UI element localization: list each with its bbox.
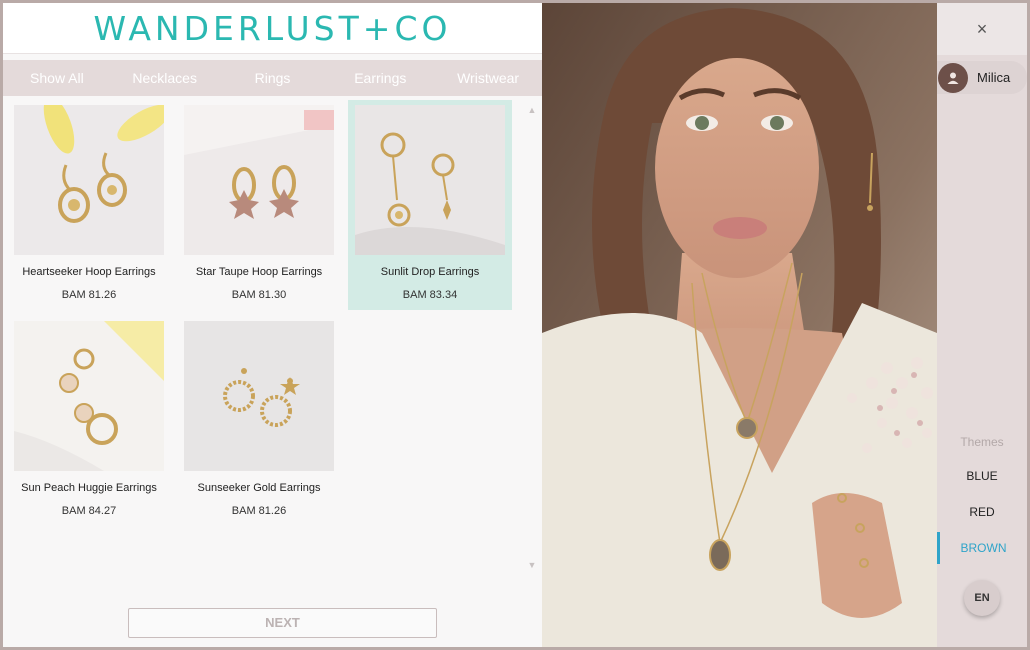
product-name: Sun Peach Huggie Earrings [21, 482, 157, 494]
product-name: Heartseeker Hoop Earrings [22, 266, 156, 278]
product-image [184, 105, 334, 255]
product-grid: Heartseeker Hoop Earrings BAM 81.26 Star… [3, 100, 542, 600]
nav-earrings[interactable]: Earrings [326, 60, 434, 96]
catalog-panel: WANDERLUST+CO Show All Necklaces Rings E… [3, 3, 542, 647]
scroll-up-icon[interactable]: ▲ [525, 103, 539, 117]
nav-show-all[interactable]: Show All [3, 60, 111, 96]
product-card[interactable]: Sun Peach Huggie Earrings BAM 84.27 [7, 316, 171, 526]
next-button[interactable]: NEXT [128, 608, 437, 638]
product-price: BAM 84.27 [61, 505, 117, 517]
theme-brown[interactable]: BROWN [937, 532, 1027, 564]
user-icon [947, 72, 959, 84]
product-card-selected[interactable]: Sunlit Drop Earrings BAM 83.34 [348, 100, 512, 310]
product-name: Sunlit Drop Earrings [380, 266, 480, 278]
product-price: BAM 81.30 [231, 289, 287, 301]
app-window: WANDERLUST+CO Show All Necklaces Rings E… [3, 3, 1027, 647]
category-nav: Show All Necklaces Rings Earrings Wristw… [3, 60, 542, 96]
scroll-down-icon[interactable]: ▼ [525, 558, 539, 572]
product-name: Sunseeker Gold Earrings [197, 482, 321, 494]
theme-blue[interactable]: BLUE [937, 460, 1027, 492]
nav-wristwear[interactable]: Wristwear [434, 60, 542, 96]
product-image [14, 321, 164, 471]
product-price: BAM 83.34 [402, 289, 458, 301]
product-name: Star Taupe Hoop Earrings [195, 266, 323, 278]
side-panel: × Milica Themes BLUE RED BROWN EN [937, 3, 1027, 647]
user-name: Milica [977, 70, 1011, 85]
avatar [938, 62, 968, 93]
product-price: BAM 81.26 [231, 505, 287, 517]
product-image [355, 105, 505, 255]
product-card[interactable]: Star Taupe Hoop Earrings BAM 81.30 [177, 100, 341, 310]
product-card[interactable]: Heartseeker Hoop Earrings BAM 81.26 [7, 100, 171, 310]
close-icon[interactable]: × [937, 3, 1027, 55]
language-button[interactable]: EN [964, 580, 1000, 616]
nav-necklaces[interactable]: Necklaces [111, 60, 219, 96]
product-card[interactable]: Sunseeker Gold Earrings BAM 81.26 [177, 316, 341, 526]
brand-logo: WANDERLUST+CO [93, 8, 452, 48]
user-chip[interactable]: Milica [937, 61, 1027, 94]
header: WANDERLUST+CO [3, 3, 542, 54]
theme-red[interactable]: RED [937, 496, 1027, 528]
product-price: BAM 81.26 [61, 289, 117, 301]
product-image [14, 105, 164, 255]
hero-image [542, 3, 937, 647]
themes-label: Themes [960, 435, 1004, 449]
product-image [184, 321, 334, 471]
nav-rings[interactable]: Rings [219, 60, 327, 96]
